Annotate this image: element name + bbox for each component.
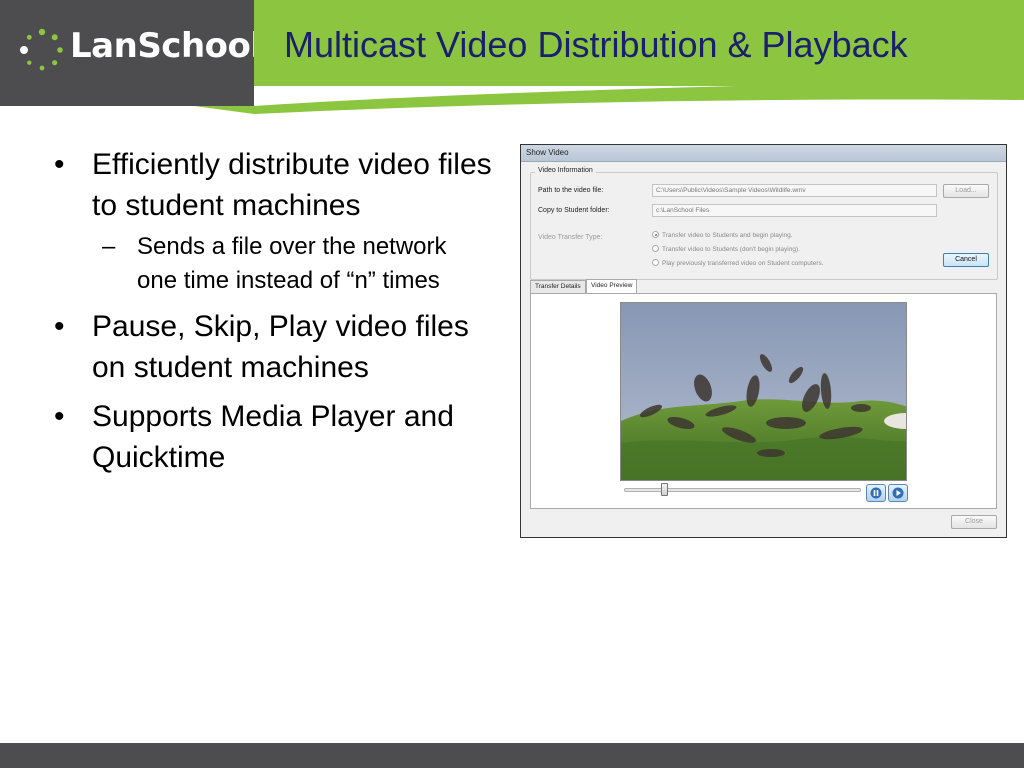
play-icon: [892, 487, 904, 499]
radio-option-dont-play[interactable]: Transfer video to Students (don't begin …: [652, 245, 800, 253]
sub-bullet-item: – Sends a file over the network one time …: [52, 230, 492, 298]
lanschool-logo-icon: [20, 28, 63, 71]
header-arc: [0, 80, 1024, 114]
pause-button[interactable]: [866, 484, 886, 502]
title-band: Multicast Video Distribution & Playback: [254, 0, 1024, 86]
path-field[interactable]: C:\Users\Public\Videos\Sample Videos\Wil…: [652, 184, 937, 197]
bullet-item: • Supports Media Player and Quicktime: [52, 396, 492, 478]
video-preview[interactable]: [620, 302, 907, 481]
bullet-item: • Efficiently distribute video files to s…: [52, 144, 492, 226]
load-button[interactable]: Load...: [943, 184, 989, 198]
bullet-text: Pause, Skip, Play video files on student…: [92, 310, 469, 384]
radio-icon: [652, 245, 659, 252]
close-button[interactable]: Close: [951, 515, 997, 529]
path-label: Path to the video file:: [538, 187, 604, 194]
tab-video-preview[interactable]: Video Preview: [586, 279, 638, 294]
pause-icon: [870, 487, 882, 499]
slide-title: Multicast Video Distribution & Playback: [284, 24, 908, 65]
window-titlebar: Show Video: [521, 145, 1006, 162]
transfer-type-label: Video Transfer Type:: [538, 234, 603, 241]
sub-bullet-marker: –: [102, 233, 116, 260]
radio-option-begin-playing[interactable]: Transfer video to Students and begin pla…: [652, 231, 793, 239]
radio-icon: [652, 231, 659, 238]
bullet-marker: •: [54, 310, 65, 343]
cancel-button[interactable]: Cancel: [943, 253, 989, 267]
folder-label: Copy to Student folder:: [538, 207, 610, 214]
tab-transfer-details[interactable]: Transfer Details: [530, 280, 586, 293]
student-folder-field[interactable]: c:\LanSchool Files: [652, 204, 937, 217]
footer-bar: [0, 743, 1024, 768]
radio-icon: [652, 259, 659, 266]
bullet-text: Supports Media Player and Quicktime: [92, 400, 454, 474]
sub-bullet-text: Sends a file over the network one time i…: [137, 233, 447, 294]
bullet-item: • Pause, Skip, Play video files on studen…: [52, 306, 492, 388]
seek-slider-thumb[interactable]: [661, 483, 669, 496]
bullet-list: • Efficiently distribute video files to s…: [52, 144, 492, 478]
logo-text: LanSchool: [70, 26, 262, 66]
seek-slider-track[interactable]: [624, 488, 861, 492]
play-button[interactable]: [888, 484, 908, 502]
group-label: Video Information: [535, 167, 596, 174]
bullet-text: Efficiently distribute video files to st…: [92, 148, 492, 222]
radio-option-play-previous[interactable]: Play previously transferred video on Stu…: [652, 259, 824, 267]
bullet-marker: •: [54, 148, 65, 181]
bullet-marker: •: [54, 400, 65, 433]
show-video-window: Show Video Video Information Path to the…: [520, 144, 1007, 538]
wildlife-video-frame: [621, 303, 906, 480]
